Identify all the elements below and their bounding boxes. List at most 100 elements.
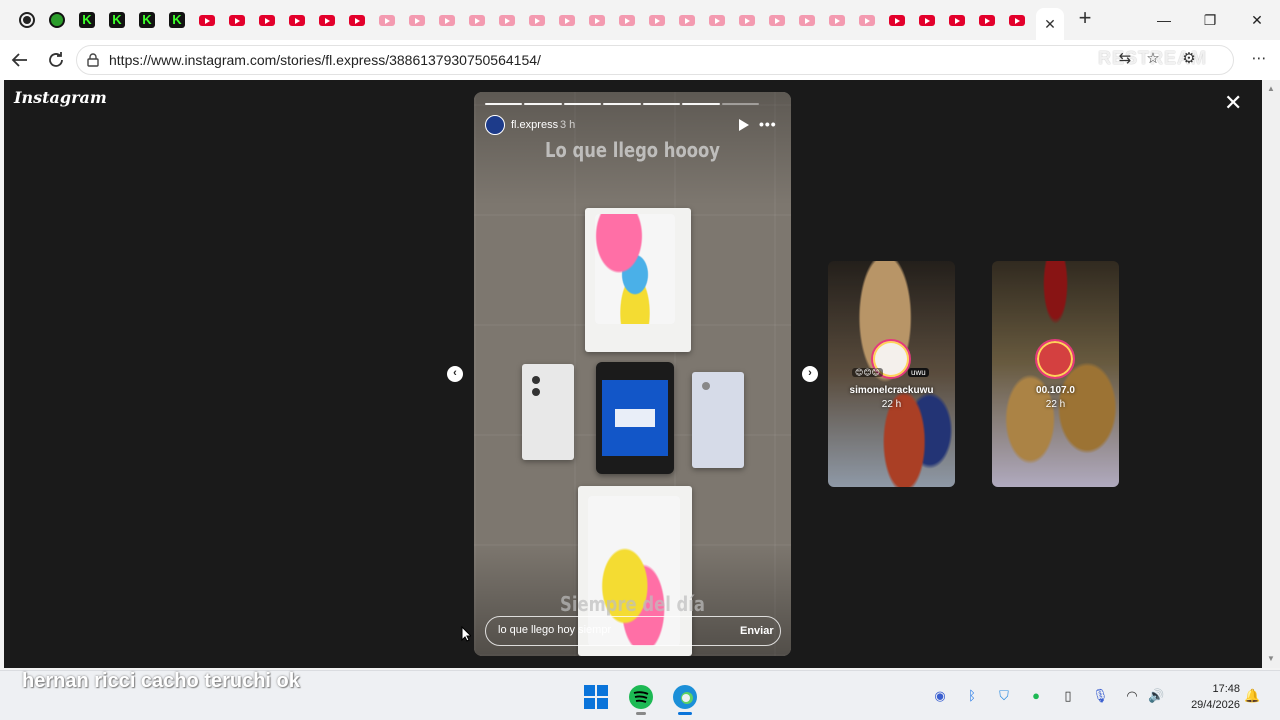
more-menu-icon[interactable]: ⋯ xyxy=(1248,48,1270,70)
notifications-bell-icon[interactable]: 🔔 xyxy=(1244,688,1260,704)
youtube-icon-pale xyxy=(859,14,875,26)
preview-sticker: 😊😊😊 xyxy=(852,368,884,377)
close-story-icon[interactable]: ✕ xyxy=(1224,92,1242,114)
browser-tab[interactable]: K xyxy=(132,6,162,34)
browser-tab[interactable] xyxy=(672,6,702,34)
usb-icon[interactable]: ▯ xyxy=(1060,688,1076,704)
prev-story-icon[interactable]: ‹ xyxy=(447,366,463,382)
youtube-icon-pale xyxy=(649,14,665,26)
spotify-running-indicator xyxy=(636,712,646,715)
favorite-star-icon[interactable]: ☆ xyxy=(1142,48,1164,70)
kick-icon: K xyxy=(169,12,185,28)
browser-tab[interactable] xyxy=(432,6,462,34)
browser-tab[interactable] xyxy=(282,6,312,34)
reading-view-icon[interactable]: ⇆ xyxy=(1114,48,1136,70)
reply-box[interactable]: Enviar xyxy=(485,616,781,646)
lock-icon[interactable] xyxy=(87,53,99,67)
browser-tab[interactable] xyxy=(222,6,252,34)
browser-tab[interactable] xyxy=(972,6,1002,34)
youtube-icon-pale xyxy=(709,14,725,26)
youtube-icon xyxy=(199,14,215,26)
story-username[interactable]: fl.express xyxy=(511,119,558,131)
phone-box-right xyxy=(692,372,744,468)
youtube-icon-pale xyxy=(799,14,815,26)
reply-input[interactable] xyxy=(498,624,718,636)
preview-username: simonelcrackuwu xyxy=(849,385,934,396)
instagram-page: Instagram ✕ fl.express 3 h ••• Lo que ll… xyxy=(4,80,1262,668)
defender-icon[interactable]: ⛉ xyxy=(996,688,1012,704)
page-scrollbar[interactable]: ▲ ▼ xyxy=(1262,80,1280,668)
progress-segment xyxy=(721,103,759,105)
spotify-tray-icon[interactable]: ● xyxy=(1028,688,1044,704)
wifi-icon[interactable]: ◠ xyxy=(1124,688,1140,704)
browser-tab[interactable] xyxy=(702,6,732,34)
browser-tab[interactable] xyxy=(552,6,582,34)
close-window-button[interactable]: ✕ xyxy=(1245,8,1269,32)
browser-tab[interactable] xyxy=(792,6,822,34)
browser-tab[interactable] xyxy=(192,6,222,34)
browser-tab[interactable] xyxy=(642,6,672,34)
youtube-icon xyxy=(349,14,365,26)
tab-active[interactable]: ✕ xyxy=(1036,8,1064,40)
browser-tab[interactable] xyxy=(42,6,72,34)
bluetooth-icon[interactable]: ᛒ xyxy=(964,688,980,704)
send-button[interactable]: Enviar xyxy=(740,625,774,637)
browser-tab[interactable] xyxy=(942,6,972,34)
browser-tab[interactable] xyxy=(252,6,282,34)
minimize-button[interactable]: — xyxy=(1152,8,1176,32)
extensions-icon[interactable]: ⚙ xyxy=(1178,48,1200,70)
restore-button[interactable]: ❐ xyxy=(1198,8,1222,32)
browser-tab[interactable]: K xyxy=(162,6,192,34)
story-avatar[interactable] xyxy=(485,115,505,135)
browser-tab[interactable] xyxy=(12,6,42,34)
browser-tab[interactable] xyxy=(342,6,372,34)
browser-tab[interactable] xyxy=(912,6,942,34)
url-text[interactable]: https://www.instagram.com/stories/fl.exp… xyxy=(109,52,541,68)
scroll-down-icon[interactable]: ▼ xyxy=(1267,654,1275,663)
browser-tab[interactable] xyxy=(762,6,792,34)
browser-tab[interactable] xyxy=(1002,6,1032,34)
next-story-preview-2[interactable]: 00.107.0 22 h xyxy=(992,261,1119,487)
browser-tab[interactable] xyxy=(522,6,552,34)
browser-tab[interactable] xyxy=(402,6,432,34)
youtube-icon xyxy=(1009,14,1025,26)
browser-tab[interactable] xyxy=(582,6,612,34)
browser-tab[interactable]: K xyxy=(102,6,132,34)
browser-tab[interactable] xyxy=(732,6,762,34)
youtube-icon-pale xyxy=(439,14,455,26)
edge-browser-icon[interactable] xyxy=(672,684,698,710)
youtube-icon xyxy=(259,14,275,26)
browser-tab[interactable] xyxy=(492,6,522,34)
instagram-logo[interactable]: Instagram xyxy=(14,88,107,107)
story-progress xyxy=(485,103,759,105)
scroll-up-icon[interactable]: ▲ xyxy=(1267,84,1275,93)
new-tab-button[interactable]: + xyxy=(1074,7,1096,30)
browser-tab[interactable]: K xyxy=(72,6,102,34)
reload-button[interactable] xyxy=(44,48,68,72)
back-button[interactable] xyxy=(8,48,32,72)
windows-start-icon[interactable] xyxy=(583,684,609,710)
close-tab-icon[interactable]: ✕ xyxy=(1044,16,1056,33)
browser-tab[interactable] xyxy=(612,6,642,34)
browser-tab[interactable] xyxy=(372,6,402,34)
tablet-screen xyxy=(602,380,668,456)
progress-segment xyxy=(642,103,681,105)
next-story-icon[interactable]: › xyxy=(802,366,818,382)
browser-tab[interactable] xyxy=(882,6,912,34)
copilot-icon[interactable]: ◉ xyxy=(932,688,948,704)
more-options-icon[interactable]: ••• xyxy=(759,116,777,132)
system-clock[interactable]: 17:48 29/4/2026 xyxy=(1176,681,1240,713)
address-bar[interactable]: https://www.instagram.com/stories/fl.exp… xyxy=(76,45,1234,75)
spotify-icon[interactable] xyxy=(628,684,654,710)
browser-tab[interactable] xyxy=(822,6,852,34)
microphone-icon[interactable]: 🎙 xyxy=(1092,688,1109,704)
volume-icon[interactable]: 🔊 xyxy=(1148,688,1164,704)
browser-tab[interactable] xyxy=(312,6,342,34)
browser-tab[interactable] xyxy=(462,6,492,34)
browser-tab[interactable] xyxy=(852,6,882,34)
play-icon[interactable] xyxy=(738,118,750,132)
youtube-icon xyxy=(979,14,995,26)
youtube-icon xyxy=(229,14,245,26)
story-viewer[interactable]: fl.express 3 h ••• Lo que llego hoooy Si… xyxy=(474,92,791,656)
next-story-preview-1[interactable]: 😊😊😊 uwu simonelcrackuwu 22 h xyxy=(828,261,955,487)
